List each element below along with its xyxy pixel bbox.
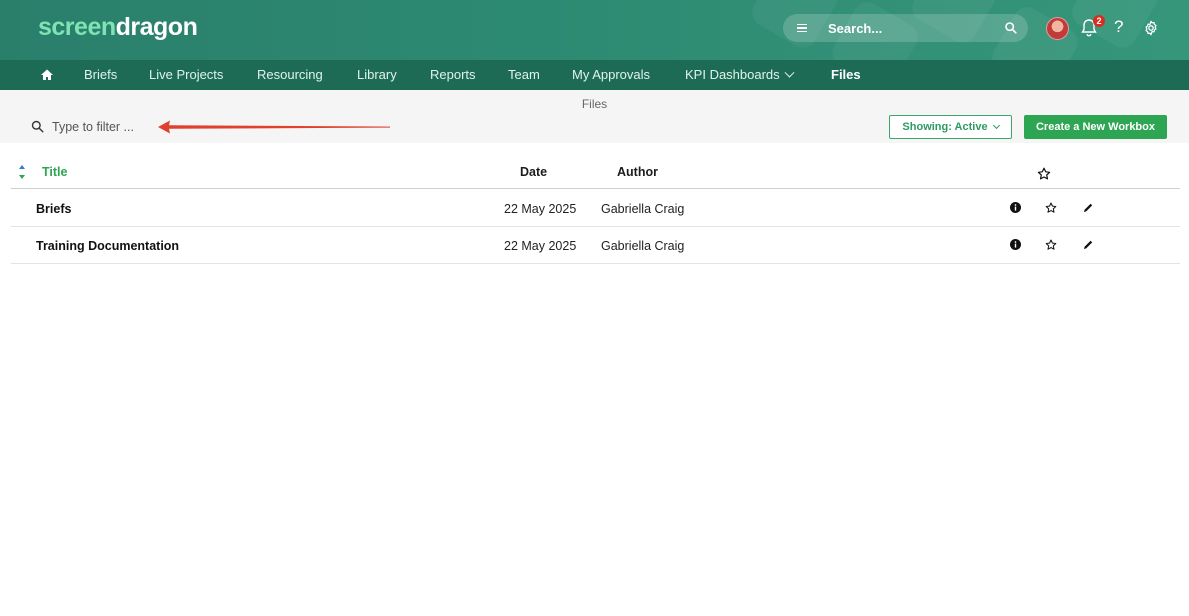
chevron-down-icon bbox=[784, 67, 795, 78]
info-icon[interactable] bbox=[1010, 239, 1021, 250]
gear-icon[interactable] bbox=[1143, 20, 1159, 36]
notifications-button[interactable]: 2 bbox=[1080, 15, 1105, 38]
info-icon[interactable] bbox=[1010, 202, 1021, 213]
star-icon[interactable] bbox=[1045, 239, 1057, 251]
row-date: 22 May 2025 bbox=[504, 239, 577, 253]
chevron-down-icon bbox=[992, 121, 1000, 130]
table-row[interactable]: Training Documentation 22 May 2025 Gabri… bbox=[11, 227, 1180, 264]
row-date: 22 May 2025 bbox=[504, 202, 577, 216]
nav-item-files[interactable]: Files bbox=[831, 67, 861, 82]
notification-count-badge: 2 bbox=[1093, 15, 1105, 27]
home-icon[interactable] bbox=[40, 68, 54, 82]
search-icon[interactable] bbox=[1004, 21, 1018, 35]
star-icon[interactable] bbox=[1045, 202, 1057, 214]
app-logo[interactable]: screendragon bbox=[38, 13, 198, 42]
column-header-title[interactable]: Title bbox=[42, 165, 67, 179]
files-toolbar: Files Showing: Active Create a New Workb… bbox=[0, 90, 1189, 143]
showing-filter-label: Showing: Active bbox=[902, 121, 988, 133]
column-header-date[interactable]: Date bbox=[520, 165, 547, 179]
nav-item-briefs[interactable]: Briefs bbox=[84, 67, 117, 82]
logo-text-dragon: dragon bbox=[115, 13, 198, 41]
search-icon bbox=[31, 120, 44, 133]
table-header: Title Date Author bbox=[11, 158, 1180, 189]
star-icon[interactable] bbox=[1037, 167, 1051, 181]
nav-item-live-projects[interactable]: Live Projects bbox=[149, 67, 223, 82]
row-title[interactable]: Briefs bbox=[36, 202, 71, 216]
nav-item-kpi-dashboards-label: KPI Dashboards bbox=[685, 67, 780, 82]
create-workbox-button[interactable]: Create a New Workbox bbox=[1024, 115, 1167, 139]
row-author: Gabriella Craig bbox=[601, 239, 685, 253]
showing-filter-dropdown[interactable]: Showing: Active bbox=[889, 115, 1012, 139]
row-author: Gabriella Craig bbox=[601, 202, 685, 216]
nav-item-resourcing[interactable]: Resourcing bbox=[257, 67, 323, 82]
menu-icon[interactable] bbox=[797, 21, 811, 35]
pencil-icon[interactable] bbox=[1082, 239, 1094, 251]
global-search-placeholder: Search... bbox=[828, 20, 883, 36]
global-search[interactable]: Search... bbox=[783, 14, 1028, 42]
nav-item-team[interactable]: Team bbox=[508, 67, 540, 82]
column-header-author[interactable]: Author bbox=[617, 165, 658, 179]
main-nav: Briefs Live Projects Resourcing Library … bbox=[0, 60, 1189, 90]
row-title[interactable]: Training Documentation bbox=[36, 239, 179, 253]
pencil-icon[interactable] bbox=[1082, 202, 1094, 214]
user-avatar[interactable] bbox=[1046, 17, 1069, 40]
nav-item-my-approvals[interactable]: My Approvals bbox=[572, 67, 650, 82]
sort-icon[interactable] bbox=[19, 165, 25, 179]
help-icon[interactable]: ? bbox=[1114, 17, 1123, 37]
nav-item-kpi-dashboards[interactable]: KPI Dashboards bbox=[685, 67, 795, 82]
annotation-arrow bbox=[158, 120, 390, 134]
table-row[interactable]: Briefs 22 May 2025 Gabriella Craig bbox=[11, 190, 1180, 227]
app-header: screendragon Search... 2 ? bbox=[0, 0, 1189, 60]
nav-item-reports[interactable]: Reports bbox=[430, 67, 476, 82]
nav-item-library[interactable]: Library bbox=[357, 67, 397, 82]
logo-text-screen: screen bbox=[38, 13, 116, 41]
page-title: Files bbox=[581, 97, 608, 111]
